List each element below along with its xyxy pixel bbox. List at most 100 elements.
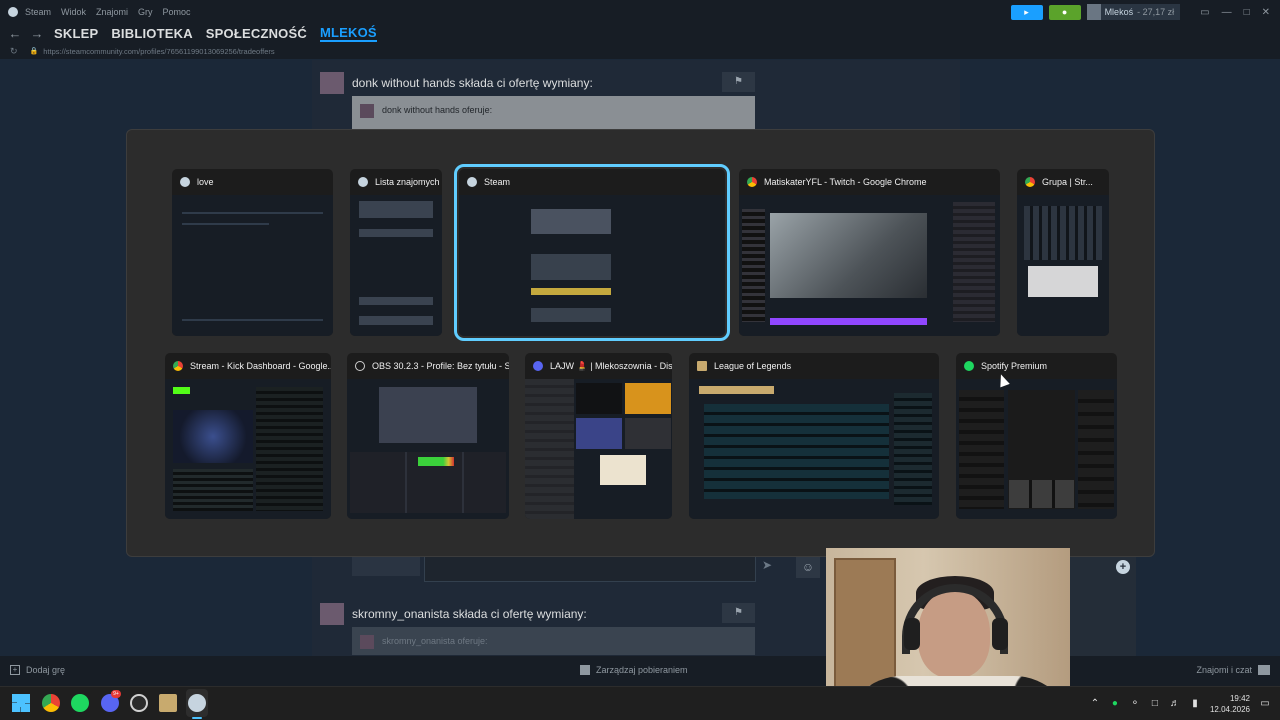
window-thumb-twitch[interactable]: MatiskaterYFL - Twitch - Google Chrome	[739, 169, 1000, 336]
active-indicator	[192, 717, 202, 719]
page-url[interactable]: https://steamcommunity.com/profiles/7656…	[43, 47, 274, 56]
tray-app-icon[interactable]: ●	[1110, 699, 1120, 709]
plus-icon: +	[10, 665, 20, 675]
downloads-button[interactable]: Zarządzaj pobieraniem	[580, 665, 688, 675]
lol-icon[interactable]	[159, 694, 177, 712]
chrome-icon[interactable]	[42, 694, 60, 712]
notifications-button[interactable]: ●	[1048, 4, 1081, 20]
steam-menubar: Steam Widok Znajomi Gry Pomoc ▸ ● Mlekoś…	[0, 0, 1280, 24]
avatar	[360, 104, 374, 118]
window-thumb-discord[interactable]: LAJW 💄 | Mlekoszownia - Dis...	[525, 353, 672, 519]
steam-icon[interactable]	[188, 694, 206, 712]
nav-profile[interactable]: MLEKOŚ	[319, 25, 377, 42]
send-icon[interactable]: ➤	[762, 558, 772, 572]
close-icon[interactable]: ✕	[1262, 7, 1270, 18]
add-icon[interactable]: +	[1116, 560, 1130, 574]
battery-icon[interactable]: ▮	[1190, 699, 1200, 709]
offer-header: skromny_onanista składa ci ofertę wymian…	[352, 607, 587, 621]
account-menu[interactable]: Mlekoś - 27,17 zł	[1086, 4, 1181, 20]
menu-help[interactable]: Pomoc	[158, 7, 196, 17]
emoji-icon[interactable]: ☺	[796, 556, 820, 578]
nav-store[interactable]: SKLEP	[54, 26, 98, 41]
window-title: MatiskaterYFL - Twitch - Google Chrome	[764, 177, 927, 187]
discord-icon	[533, 361, 543, 371]
nav-community[interactable]: SPOŁECZNOŚĆ	[206, 26, 307, 41]
minimize-icon[interactable]: —	[1222, 7, 1232, 18]
chrome-icon	[747, 177, 757, 187]
window-title: Steam	[484, 177, 511, 187]
friends-icon	[1258, 665, 1270, 675]
nav-library[interactable]: BIBLIOTEKA	[111, 26, 192, 41]
window-preview	[689, 379, 939, 519]
steam-icon	[180, 177, 190, 187]
spotify-icon[interactable]	[71, 694, 89, 712]
steam-icon	[358, 177, 368, 187]
menu-steam[interactable]: Steam	[20, 7, 56, 17]
obs-icon[interactable]	[130, 694, 148, 712]
forward-arrow-icon[interactable]: →	[26, 26, 48, 41]
notifications-icon[interactable]: ▭	[1260, 699, 1270, 709]
comment-avatar	[352, 556, 420, 576]
reload-icon[interactable]: ↻	[10, 46, 18, 57]
add-game-label: Dodaj grę	[26, 665, 66, 675]
taskbar-clock[interactable]: 19:42 12.04.2026	[1210, 693, 1250, 715]
obs-icon	[355, 361, 365, 371]
back-arrow-icon[interactable]: ←	[4, 26, 26, 41]
volume-icon[interactable]: ♬	[1170, 699, 1180, 709]
announcements-button[interactable]: ▸	[1010, 4, 1043, 20]
system-tray: ⌃ ● ⚬ □ ♬ ▮ 19:42 12.04.2026 ▭	[1090, 687, 1270, 720]
window-thumb-spotify[interactable]: Spotify Premium	[956, 353, 1117, 519]
window-thumb-group[interactable]: Grupa | Str...	[1017, 169, 1109, 336]
steam-bottombar: + Dodaj grę Zarządzaj pobieraniem Znajom…	[0, 656, 1280, 686]
chevron-up-icon[interactable]: ⌃	[1090, 699, 1100, 709]
menu-view[interactable]: Widok	[56, 7, 91, 17]
comment-box: ➤ ☺	[352, 556, 822, 582]
add-game-button[interactable]: + Dodaj grę	[10, 665, 65, 675]
window-thumb-steam[interactable]: Steam	[454, 164, 730, 341]
window-thumb-league[interactable]: League of Legends	[689, 353, 939, 519]
window-preview	[1017, 195, 1109, 336]
window-title: League of Legends	[714, 361, 792, 371]
window-thumb-kick[interactable]: Stream - Kick Dashboard - Google...	[165, 353, 331, 519]
friends-chat-button[interactable]: Znajomi i czat	[1196, 665, 1270, 675]
windows-taskbar: 9+ ⌃ ● ⚬ □ ♬ ▮ 19:42 12.04.2026 ▭	[0, 686, 1280, 720]
lock-icon: 🔒	[29, 48, 39, 55]
window-thumb-friends-list[interactable]: Lista znajomych	[350, 169, 442, 336]
clock-time: 19:42	[1229, 694, 1250, 703]
big-picture-icon[interactable]: ▭	[1200, 7, 1209, 18]
clock-date: 12.04.2026	[1209, 705, 1250, 714]
menu-friends[interactable]: Znajomi	[91, 7, 133, 17]
report-flag-icon[interactable]: ⚑	[722, 72, 755, 92]
report-flag-icon[interactable]: ⚑	[722, 603, 755, 623]
account-name: Mlekoś	[1104, 7, 1134, 17]
lol-icon	[697, 361, 707, 371]
maximize-icon[interactable]: □	[1244, 7, 1250, 18]
friends-chat-label: Znajomi i czat	[1196, 665, 1252, 675]
window-title: LAJW 💄 | Mlekoszownia - Dis...	[550, 360, 672, 371]
start-icon[interactable]	[12, 694, 30, 712]
microphone-icon[interactable]: ⚬	[1130, 699, 1140, 709]
window-preview	[172, 195, 333, 336]
task-switcher: love Lista znajomych Steam MatiskaterYFL…	[126, 129, 1155, 557]
wallet-balance: - 27,17 zł	[1137, 7, 1175, 17]
steam-logo-icon	[8, 7, 18, 17]
download-icon	[580, 665, 590, 675]
comment-input[interactable]	[424, 556, 756, 582]
window-thumb-love[interactable]: love	[172, 169, 333, 336]
window-preview	[459, 195, 725, 336]
offer-box: skromny_onanista oferuje:	[352, 627, 755, 655]
window-title: OBS 30.2.3 - Profile: Bez tytułu - S...	[372, 361, 509, 371]
avatar[interactable]	[320, 72, 344, 94]
spotify-icon	[964, 361, 974, 371]
window-title: love	[197, 177, 214, 187]
window-preview	[350, 195, 442, 336]
avatar	[360, 635, 374, 649]
network-icon[interactable]: □	[1150, 699, 1160, 709]
offer-sub: donk without hands oferuje:	[382, 105, 493, 115]
avatar[interactable]	[320, 603, 344, 625]
window-preview	[739, 195, 1000, 336]
megaphone-icon: ▸	[1024, 6, 1029, 17]
offer-sub: skromny_onanista oferuje:	[382, 636, 488, 646]
window-thumb-obs[interactable]: OBS 30.2.3 - Profile: Bez tytułu - S...	[347, 353, 509, 519]
menu-games[interactable]: Gry	[133, 7, 158, 17]
